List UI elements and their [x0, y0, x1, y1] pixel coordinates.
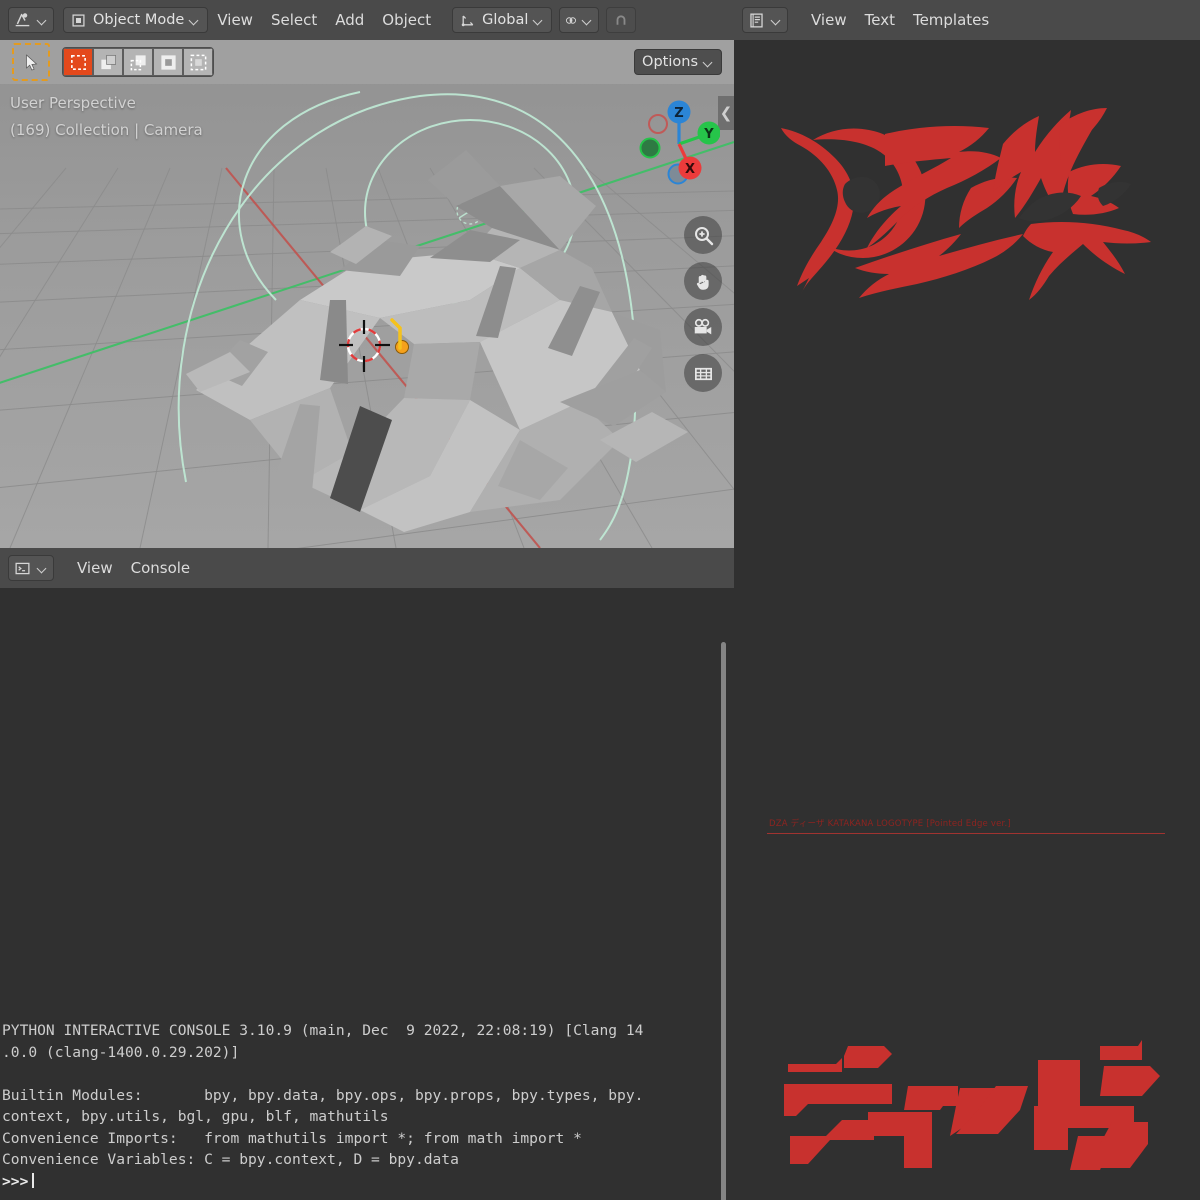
navigation-axis-gizmo[interactable]: Z Y X [636, 92, 720, 188]
console-menu-view[interactable]: View [68, 555, 122, 581]
select-mode-intersect[interactable] [183, 48, 213, 76]
transform-orientation-dropdown[interactable]: Global [452, 7, 552, 33]
camera-view-icon[interactable] [684, 308, 722, 346]
gizmo-axis-y-label: Y [703, 127, 714, 142]
editor-type-text-editor-icon[interactable] [742, 7, 788, 33]
artwork-rule [767, 833, 1165, 834]
viewport-options-dropdown[interactable]: Options [634, 49, 722, 75]
gizmo-axis-x-label: X [685, 162, 695, 177]
editor-type-python-console-icon[interactable] [8, 555, 54, 581]
editor-type-3d-viewport-icon[interactable] [8, 7, 54, 33]
zoom-icon[interactable] [684, 216, 722, 254]
object-mode-label: Object Mode [93, 12, 184, 28]
artwork-caption: DZA ディーザ KATAKANA LOGOTYPE [Pointed Edge… [769, 817, 1011, 829]
viewport-menu-object[interactable]: Object [373, 7, 440, 33]
pan-hand-icon[interactable] [684, 262, 722, 300]
select-mode-subtract[interactable] [123, 48, 153, 76]
console-caret [32, 1173, 34, 1188]
text-editor-area: View Text Templates [734, 0, 1200, 1200]
katakana-logotype [782, 1040, 1162, 1180]
text-editor-header: View Text Templates [734, 0, 1200, 40]
python-console-area: View Console PYTHON INTERACTIVE CONSOLE … [0, 548, 734, 1200]
magnet-icon[interactable] [606, 7, 636, 33]
select-mode-group [62, 47, 214, 77]
viewport-menu-view[interactable]: View [208, 7, 262, 33]
viewport-tool-header: Options [0, 40, 734, 84]
dza-brush-logotype [779, 80, 1169, 310]
object-mode-dropdown[interactable]: Object Mode [63, 7, 208, 33]
console-output-text: PYTHON INTERACTIVE CONSOLE 3.10.9 (main,… [0, 1020, 720, 1192]
select-mode-extend[interactable] [93, 48, 123, 76]
viewport-menu-add[interactable]: Add [326, 7, 373, 33]
transform-orientation-label: Global [482, 12, 528, 28]
console-prompt: >>> [2, 1173, 28, 1190]
viewport-header: Object Mode View Select Add Object Globa… [0, 0, 734, 40]
chevron-left-icon[interactable]: ❮ [718, 96, 734, 130]
console-log: PYTHON INTERACTIVE CONSOLE 3.10.9 (main,… [2, 1022, 643, 1168]
select-mode-invert[interactable] [153, 48, 183, 76]
editor-menu-view[interactable]: View [802, 7, 856, 33]
viewport-options-label: Options [642, 54, 698, 70]
viewport-perspective-label: User Perspective [10, 94, 136, 112]
console-header: View Console [0, 548, 734, 588]
console-menu-console[interactable]: Console [122, 555, 200, 581]
viewport-menu-select[interactable]: Select [262, 7, 326, 33]
blender-window: User Perspective (169) Collection | Came… [0, 0, 1200, 1200]
gizmo-axis-z-label: Z [674, 106, 683, 121]
editor-menu-templates[interactable]: Templates [904, 7, 998, 33]
tweak-cursor-tool-icon[interactable] [12, 43, 50, 81]
toggle-orthographic-icon[interactable] [684, 354, 722, 392]
3d-viewport-area: User Perspective (169) Collection | Came… [0, 0, 734, 548]
object-origin-dot [396, 341, 409, 354]
text-editor-canvas[interactable]: DZA ディーザ KATAKANA LOGOTYPE [Pointed Edge… [734, 40, 1200, 1200]
console-output-area[interactable]: PYTHON INTERACTIVE CONSOLE 3.10.9 (main,… [0, 588, 734, 1200]
pivot-point-icon[interactable] [559, 7, 599, 33]
viewport-collection-label: (169) Collection | Camera [10, 121, 203, 139]
select-mode-box[interactable] [63, 48, 93, 76]
console-scrollbar[interactable] [721, 642, 726, 1200]
editor-menu-text[interactable]: Text [856, 7, 904, 33]
